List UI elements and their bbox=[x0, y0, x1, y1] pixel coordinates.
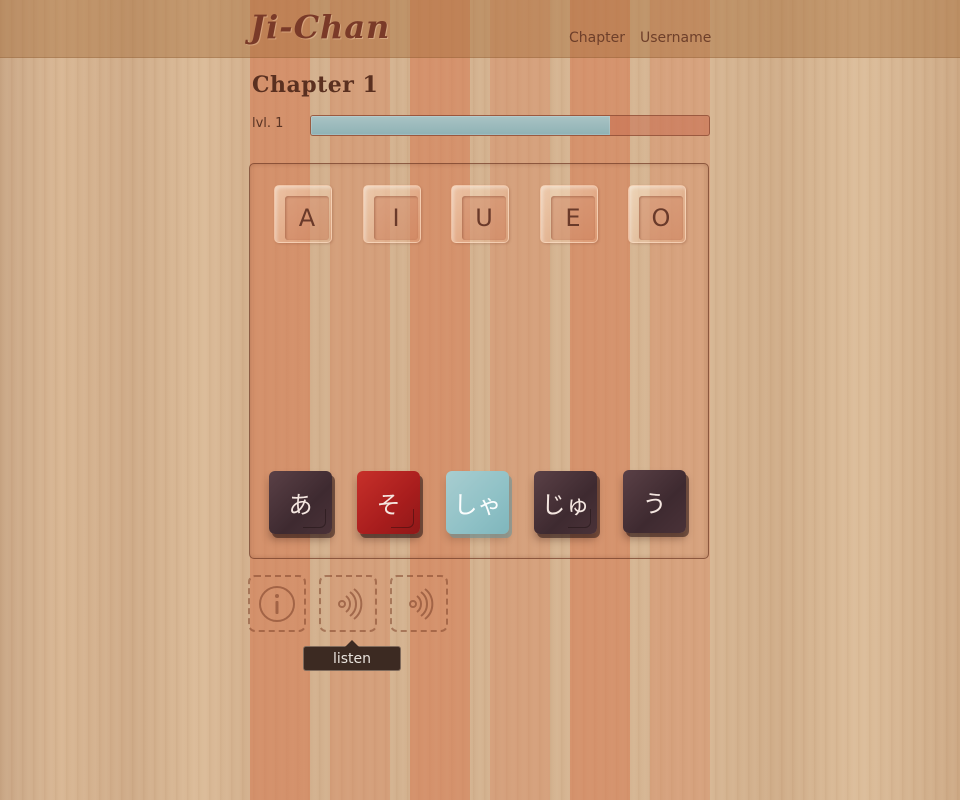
speaker-waves-icon bbox=[409, 587, 434, 620]
kana-tile-label: しゃ bbox=[453, 491, 502, 519]
app-logo[interactable]: Ji-Chan bbox=[250, 8, 390, 46]
answer-slot-o[interactable]: O bbox=[628, 185, 686, 243]
tooltip-label: listen bbox=[332, 650, 372, 667]
kana-tile-label: う bbox=[642, 490, 667, 518]
level-progress-fill bbox=[311, 116, 610, 135]
kana-tile[interactable]: そ bbox=[357, 471, 420, 534]
answer-slot-i[interactable]: I bbox=[363, 185, 421, 243]
level-progress-bar bbox=[310, 115, 710, 136]
level-label: lvl. 1 bbox=[252, 116, 284, 131]
slot-label: A bbox=[285, 196, 329, 240]
tooltip-arrow bbox=[345, 640, 359, 647]
kana-tile[interactable]: じゅ bbox=[534, 471, 597, 534]
listen-slow-button[interactable] bbox=[390, 575, 448, 632]
slot-label: O bbox=[639, 196, 683, 240]
tile-crack bbox=[303, 509, 326, 528]
tile-crack bbox=[568, 509, 591, 528]
info-icon bbox=[259, 585, 295, 622]
slot-label: U bbox=[462, 196, 506, 240]
answer-slot-e[interactable]: E bbox=[540, 185, 598, 243]
kana-tile[interactable]: しゃ bbox=[446, 471, 509, 534]
info-button[interactable] bbox=[248, 575, 306, 632]
slot-label: I bbox=[374, 196, 418, 240]
answer-slot-a[interactable]: A bbox=[274, 185, 332, 243]
slot-label: E bbox=[551, 196, 595, 240]
listen-tooltip: listen bbox=[303, 640, 401, 671]
tile-crack bbox=[391, 509, 414, 528]
nav-username-link[interactable]: Username bbox=[640, 30, 711, 46]
listen-button[interactable] bbox=[319, 575, 377, 632]
answer-slot-u[interactable]: U bbox=[451, 185, 509, 243]
nav-chapter-link[interactable]: Chapter bbox=[569, 30, 625, 46]
speaker-waves-icon bbox=[338, 587, 363, 620]
chapter-title: Chapter 1 bbox=[252, 72, 379, 98]
top-bar: Ji-Chan Chapter Username bbox=[0, 0, 960, 58]
kana-tile[interactable]: あ bbox=[269, 471, 332, 534]
kana-tile[interactable]: う bbox=[623, 470, 686, 533]
